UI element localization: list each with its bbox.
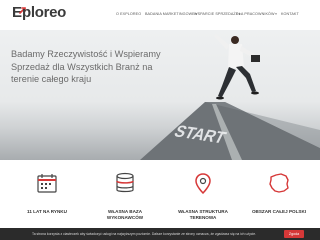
- nav-item-dla-pracownikow[interactable]: DLA PRACOWNIKÓW▾: [236, 9, 277, 19]
- nav-item-badania-marketingowe[interactable]: BADANIA MARKETINGOWE▾: [145, 9, 197, 19]
- cookie-bar: Ta strona korzysta z ciasteczek aby świa…: [0, 228, 320, 240]
- logo-text: ploreo: [22, 4, 67, 21]
- header: E ploreo O EXPLOREO BADANIA MARKETINGOWE…: [0, 0, 320, 26]
- features-row: 11 LAT NA RYNKU WŁASNA BAZA WYKONAWCÓW W…: [0, 168, 320, 228]
- chevron-down-icon: ▾: [275, 12, 277, 16]
- nav-item-wsparcie-sprzedazy[interactable]: WSPARCIE SPRZEDAŻY▾: [194, 9, 241, 19]
- businessman-figure: [214, 34, 260, 100]
- nav-label: BADANIA MARKETINGOWE: [145, 12, 195, 16]
- cookie-text: Ta strona korzysta z ciasteczek aby świa…: [32, 232, 257, 236]
- feature-label: OBSZAR CAŁEJ POLSKI: [251, 209, 307, 214]
- logo[interactable]: E ploreo: [12, 4, 76, 22]
- feature-database: WŁASNA BAZA WYKONAWCÓW: [90, 168, 160, 228]
- hero-banner: START Badamy Rzeczywistość i Wspieramy S…: [0, 30, 320, 160]
- nav-item-kontakt[interactable]: KONTAKT: [281, 9, 299, 19]
- feature-label: 11 LAT NA RYNKU: [27, 209, 67, 214]
- cookie-accept-button[interactable]: Zgoda: [284, 230, 304, 238]
- nav-label: DLA PRACOWNIKÓW: [236, 12, 275, 16]
- feature-label-2: WYKONAWCÓW: [106, 215, 144, 220]
- nav-item-o-exploreo[interactable]: O EXPLOREO: [116, 9, 141, 19]
- database-icon: [116, 172, 134, 193]
- map-pin-icon: [195, 173, 211, 194]
- nav-label: KONTAKT: [281, 12, 299, 16]
- hero-headline: Badamy Rzeczywistość i Wspieramy Sprzeda…: [11, 49, 161, 84]
- feature-label-2: TERENOWA: [189, 215, 217, 220]
- feature-structure: WŁASNA STRUKTURA TERENOWA: [168, 168, 238, 228]
- nav-label: WSPARCIE SPRZEDAŻY: [194, 12, 239, 16]
- feature-years: 11 LAT NA RYNKU: [12, 168, 82, 228]
- calendar-icon: [37, 174, 57, 193]
- nav-label: O EXPLOREO: [116, 12, 142, 16]
- poland-map-icon: [269, 173, 289, 193]
- feature-coverage: OBSZAR CAŁEJ POLSKI: [244, 168, 314, 228]
